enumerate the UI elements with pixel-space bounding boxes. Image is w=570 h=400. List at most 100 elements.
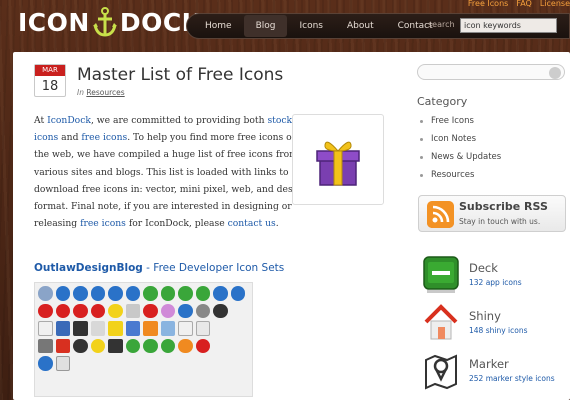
refresh-icon — [125, 338, 140, 353]
clapper-icon — [108, 338, 123, 353]
stop-sign-icon — [195, 338, 210, 353]
search-icon[interactable] — [549, 67, 561, 79]
category-heading: Category — [417, 95, 468, 108]
record-icon — [38, 303, 53, 318]
post-meta-prefix: In — [77, 88, 84, 97]
body-text-4: . To help you find more free icons on th… — [34, 132, 314, 230]
body-text-3: and — [58, 132, 82, 144]
redo-icon — [230, 286, 245, 301]
icon-row — [38, 321, 249, 336]
sidebar-search-input[interactable] — [417, 64, 565, 80]
category-icon-notes[interactable]: Icon Notes — [417, 130, 501, 148]
monitor-icon — [55, 321, 70, 336]
rotate-icon — [38, 356, 53, 371]
toplink-faq[interactable]: FAQ — [516, 0, 532, 8]
toplink-free-icons[interactable]: Free Icons — [468, 0, 508, 8]
body-text-6: . — [275, 218, 279, 230]
outlaw-design-blog-link[interactable]: OutlawDesignBlog — [34, 262, 143, 274]
icon-set-deck[interactable]: Deck 132 app icons — [421, 254, 569, 302]
nav-blog[interactable]: Blog — [243, 15, 288, 37]
note-icon — [108, 321, 123, 336]
file-icon — [178, 321, 193, 336]
logo-text-left: ICON — [18, 7, 90, 37]
link-icondock[interactable]: IconDock — [47, 115, 91, 126]
rss-title: Subscribe RSS — [459, 200, 548, 213]
printer-icon — [90, 321, 105, 336]
aqua-icon — [213, 303, 228, 318]
pin-icon — [55, 338, 70, 353]
smiley-icon — [108, 303, 123, 318]
folder-icon — [160, 321, 175, 336]
nav-search-input[interactable]: icon keywords — [460, 18, 557, 33]
body-text-2: , we are committed to providing both — [90, 115, 268, 126]
window-icon — [38, 321, 53, 336]
subscribe-rss-button[interactable]: Subscribe RSS Stay in touch with us. — [418, 195, 566, 232]
rss-subtitle: Stay in touch with us. — [459, 217, 541, 226]
category-list: Free Icons Icon Notes News & Updates Res… — [417, 112, 501, 184]
icon-set-preview[interactable] — [34, 282, 253, 397]
category-free-icons[interactable]: Free Icons — [417, 112, 501, 130]
nav-icons[interactable]: Icons — [287, 15, 335, 37]
section-subtitle[interactable]: Free Developer Icon Sets — [153, 262, 284, 274]
post-body: At IconDock, we are committed to providi… — [34, 112, 314, 232]
set-name-shiny: Shiny — [469, 309, 501, 323]
alert-icon — [90, 286, 105, 301]
set-name-deck: Deck — [469, 261, 498, 275]
body-text-5: for IconDock, please — [125, 218, 228, 230]
top-links: Free Icons FAQ License — [468, 0, 570, 8]
set-count-shiny: 148 shiny icons — [469, 326, 528, 335]
undo-icon — [178, 338, 193, 353]
rss-badge-icon — [125, 321, 140, 336]
document-icon — [125, 303, 140, 318]
minus-icon — [55, 303, 70, 318]
icon-row — [38, 356, 249, 371]
post-date-month: MAR — [35, 65, 65, 76]
nav-about[interactable]: About — [335, 15, 386, 37]
link-free-icons-1[interactable]: free icons — [81, 132, 127, 143]
content-panel: MAR 18 Master List of Free Icons In Reso… — [13, 52, 570, 400]
site-logo[interactable]: ICON DOCK — [18, 7, 202, 37]
page-icon — [195, 321, 210, 336]
anchor-icon — [92, 7, 117, 37]
set-count-marker: 252 marker style icons — [469, 374, 555, 383]
forward-icon — [143, 338, 158, 353]
category-news-updates[interactable]: News & Updates — [417, 148, 501, 166]
search-icon — [213, 286, 228, 301]
info-icon — [55, 286, 70, 301]
icon-row — [38, 286, 249, 301]
post-category-link[interactable]: Resources — [86, 88, 124, 97]
set-count-deck: 132 app icons — [469, 278, 522, 287]
stop-icon — [73, 303, 88, 318]
power-icon — [108, 286, 123, 301]
help-icon — [73, 286, 88, 301]
post-date-day: 18 — [41, 79, 59, 94]
post-title[interactable]: Master List of Free Icons — [77, 65, 283, 85]
dot-green-icon — [143, 286, 158, 301]
box-icon — [55, 356, 70, 371]
body-text-1: At — [34, 115, 48, 126]
terminal-icon — [73, 321, 88, 336]
cycle-icon — [160, 338, 175, 353]
cd-icon — [73, 338, 88, 353]
post-meta: In Resources — [77, 88, 125, 97]
radiation-icon — [90, 338, 105, 353]
section-separator: - — [142, 262, 154, 274]
icon-set-marker[interactable]: Marker 252 marker style icons — [421, 350, 569, 398]
toplink-license[interactable]: License — [540, 0, 570, 8]
link-free-icons-2[interactable]: free icons — [80, 218, 126, 229]
plus-icon — [160, 286, 175, 301]
section-heading: OutlawDesignBlog - Free Developer Icon S… — [34, 262, 284, 274]
pause-icon — [195, 286, 210, 301]
home-icon — [424, 304, 458, 340]
nav-search-label: search — [428, 20, 455, 29]
palette-icon — [160, 303, 175, 318]
nav-home[interactable]: Home — [193, 15, 244, 37]
link-contact-us[interactable]: contact us — [228, 218, 276, 229]
database-icon — [38, 338, 53, 353]
rss-icon — [143, 321, 158, 336]
icon-set-shiny[interactable]: Shiny 148 shiny icons — [421, 302, 569, 350]
eject-icon — [125, 286, 140, 301]
gift-icon — [316, 141, 360, 186]
category-resources[interactable]: Resources — [417, 166, 501, 184]
play-icon — [178, 286, 193, 301]
